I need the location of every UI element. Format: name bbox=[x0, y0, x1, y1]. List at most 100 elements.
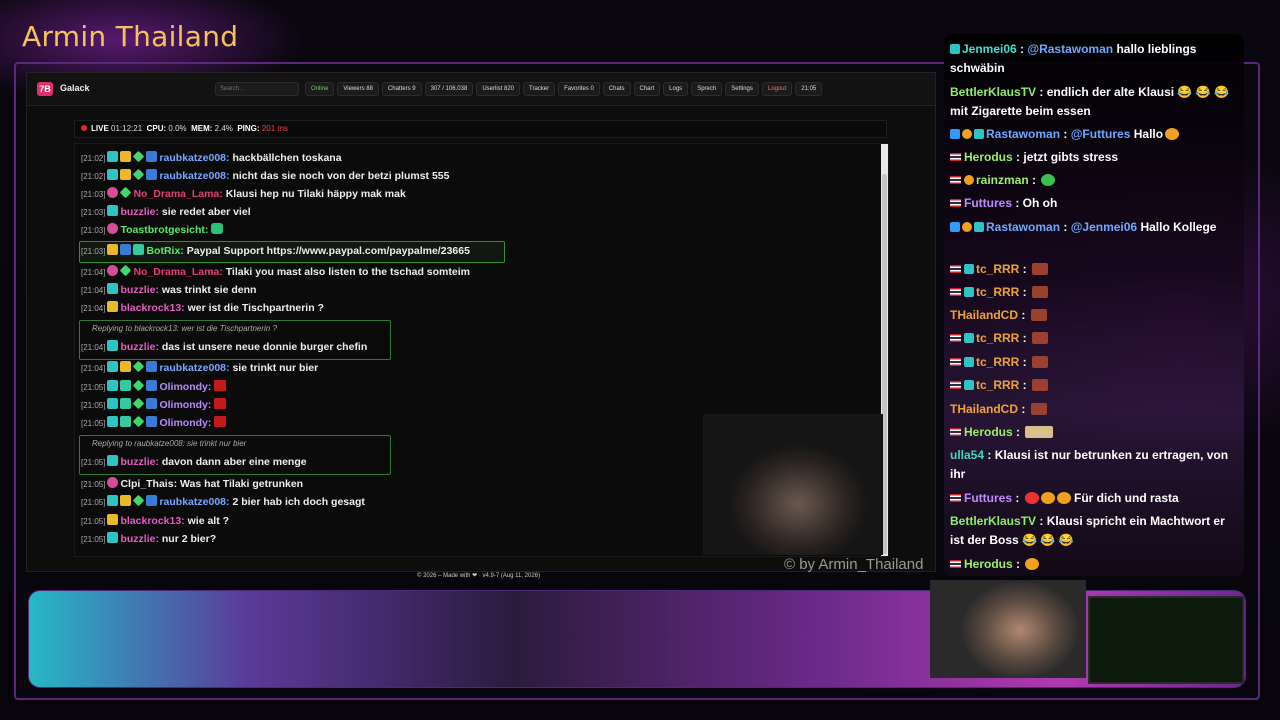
chat-user[interactable]: Jenmei06 bbox=[962, 42, 1017, 56]
msg-user[interactable]: Olimondy: bbox=[159, 381, 211, 393]
viewers-button[interactable]: Viewers 88 bbox=[337, 82, 379, 96]
thai-flag-icon bbox=[950, 199, 961, 207]
badge-icon bbox=[950, 129, 960, 139]
chat-user[interactable]: Futtures bbox=[964, 196, 1012, 210]
msg-user[interactable]: blackrock13: bbox=[120, 515, 184, 527]
streamer-webcam bbox=[703, 414, 883, 555]
msg-user[interactable]: raubkatze008: bbox=[159, 362, 229, 374]
thai-flag-icon bbox=[950, 428, 961, 436]
chat-user[interactable]: THailandCD bbox=[950, 308, 1018, 322]
chat-line: tc_RRR : bbox=[950, 283, 1236, 302]
emote-icon bbox=[211, 223, 224, 234]
sub-badge-icon bbox=[107, 398, 119, 409]
msg-time: [21:03] bbox=[81, 247, 106, 256]
badge-icon bbox=[120, 169, 132, 180]
chat-text: Oh oh bbox=[1022, 196, 1058, 210]
chatters-button[interactable]: Chatters 9 bbox=[381, 82, 422, 96]
clock: 21:05 bbox=[795, 82, 823, 96]
chat-line: Jenmei06 : @Rastawoman hallo lieblings s… bbox=[950, 40, 1236, 78]
sub-badge-icon bbox=[107, 416, 119, 427]
badge-icon bbox=[964, 264, 974, 274]
chat-message: [21:05] Clpi_Thais: Was hat Tilaki getrun… bbox=[81, 476, 303, 492]
chat-message: [21:03] BotRix: Paypal Support https://ww… bbox=[81, 243, 470, 259]
uptime: 01:12:21 bbox=[111, 124, 143, 133]
logout-button[interactable]: Logout bbox=[761, 82, 793, 96]
msg-time: [21:05] bbox=[81, 480, 106, 489]
cpu-label: CPU: bbox=[146, 124, 167, 133]
chat-sep: : bbox=[984, 448, 995, 462]
sub-badge-icon bbox=[107, 380, 119, 391]
badge-icon bbox=[107, 187, 119, 198]
chat-user[interactable]: Futtures bbox=[964, 491, 1012, 505]
badge-icon bbox=[964, 357, 974, 367]
msg-time: [21:04] bbox=[81, 343, 106, 352]
chat-user[interactable]: Herodus bbox=[964, 557, 1013, 571]
msg-user[interactable]: buzzlie: bbox=[120, 206, 159, 218]
sub-badge-icon bbox=[107, 169, 119, 180]
chart-button[interactable]: Chart bbox=[633, 82, 661, 96]
online-button[interactable]: Online bbox=[305, 82, 335, 96]
messages-button[interactable]: 307 / 106.038 bbox=[424, 82, 474, 96]
logs-button[interactable]: Logs bbox=[663, 82, 689, 96]
thai-flag-icon bbox=[950, 334, 961, 342]
msg-user[interactable]: Olimondy: bbox=[159, 417, 211, 429]
chat-text: Hallo bbox=[1130, 127, 1164, 141]
reply-context: Replying to blackrock13: wer ist die Tis… bbox=[92, 324, 277, 333]
chat-sep: : bbox=[1019, 355, 1031, 369]
msg-user[interactable]: Toastbrotgesicht: bbox=[120, 224, 208, 236]
chat-user[interactable]: tc_RRR bbox=[976, 378, 1019, 392]
chat-message: [21:03] No_Drama_Lama: Klausi hep nu Tila… bbox=[81, 186, 406, 202]
search-input[interactable]: Search... bbox=[215, 82, 299, 96]
tracker-button[interactable]: Tracker bbox=[523, 82, 556, 96]
chat-line: BettlerKlausTV : endlich der alte Klausi… bbox=[950, 83, 1236, 121]
msg-text: Tilaki you mast also listen to the tscha… bbox=[225, 266, 470, 278]
badge-icon bbox=[950, 222, 960, 232]
chat-user[interactable]: Herodus bbox=[964, 425, 1013, 439]
msg-time: [21:02] bbox=[81, 172, 106, 181]
sub-badge-icon bbox=[107, 495, 119, 506]
chat-user[interactable]: THailandCD bbox=[950, 402, 1018, 416]
chat-user[interactable]: Rastawoman bbox=[986, 220, 1060, 234]
sprech-button[interactable]: Sprech bbox=[691, 82, 723, 96]
msg-user[interactable]: buzzlie: bbox=[120, 284, 159, 296]
emote-icon bbox=[214, 380, 227, 391]
msg-user[interactable]: buzzlie: bbox=[120, 341, 159, 353]
msg-user[interactable]: Clpi_Thais: bbox=[120, 478, 177, 490]
userlist-button[interactable]: Userlist 820 bbox=[476, 82, 520, 96]
msg-time: [21:03] bbox=[81, 190, 106, 199]
msg-user[interactable]: No_Drama_Lama: bbox=[133, 266, 222, 278]
msg-time: [21:05] bbox=[81, 458, 106, 467]
chat-user[interactable]: ulla54 bbox=[950, 448, 984, 462]
tertiary-webcam bbox=[1088, 596, 1244, 684]
chats-button[interactable]: Chats bbox=[602, 82, 631, 96]
chat-sep: : bbox=[1018, 402, 1029, 416]
msg-user[interactable]: buzzlie: bbox=[120, 533, 159, 545]
chat-user[interactable]: tc_RRR bbox=[976, 355, 1019, 369]
msg-user[interactable]: Olimondy: bbox=[159, 399, 211, 411]
settings-button[interactable]: Settings bbox=[725, 82, 759, 96]
chat-sep: : bbox=[1016, 42, 1028, 56]
badge-icon bbox=[962, 222, 972, 232]
chat-user[interactable]: Herodus bbox=[964, 150, 1013, 164]
chat-text: Hallo Kollege bbox=[1137, 220, 1217, 234]
chat-user[interactable]: Rastawoman bbox=[986, 127, 1060, 141]
chat-user[interactable]: tc_RRR bbox=[976, 331, 1019, 345]
msg-user[interactable]: No_Drama_Lama: bbox=[133, 188, 222, 200]
msg-user[interactable]: raubkatze008: bbox=[159, 496, 229, 508]
msg-user[interactable]: raubkatze008: bbox=[159, 170, 229, 182]
chat-line: THailandCD : bbox=[950, 400, 1236, 419]
favorites-button[interactable]: Favorites 0 bbox=[558, 82, 600, 96]
chat-user[interactable]: BettlerKlausTV bbox=[950, 514, 1036, 528]
msg-user[interactable]: buzzlie: bbox=[120, 456, 159, 468]
msg-user[interactable]: blackrock13: bbox=[120, 302, 184, 314]
msg-time: [21:05] bbox=[81, 383, 106, 392]
gift-badge-icon bbox=[120, 186, 132, 199]
chat-user[interactable]: rainzman bbox=[976, 173, 1029, 187]
chat-user[interactable]: BettlerKlausTV bbox=[950, 85, 1036, 99]
chat-user[interactable]: tc_RRR bbox=[976, 262, 1019, 276]
msg-user[interactable]: BotRix: bbox=[146, 245, 183, 257]
msg-text: sie trinkt nur bier bbox=[232, 362, 319, 374]
chat-message: [21:04] blackrock13: wer ist die Tischpar… bbox=[81, 300, 324, 316]
chat-user[interactable]: tc_RRR bbox=[976, 285, 1019, 299]
msg-user[interactable]: raubkatze008: bbox=[159, 152, 229, 164]
